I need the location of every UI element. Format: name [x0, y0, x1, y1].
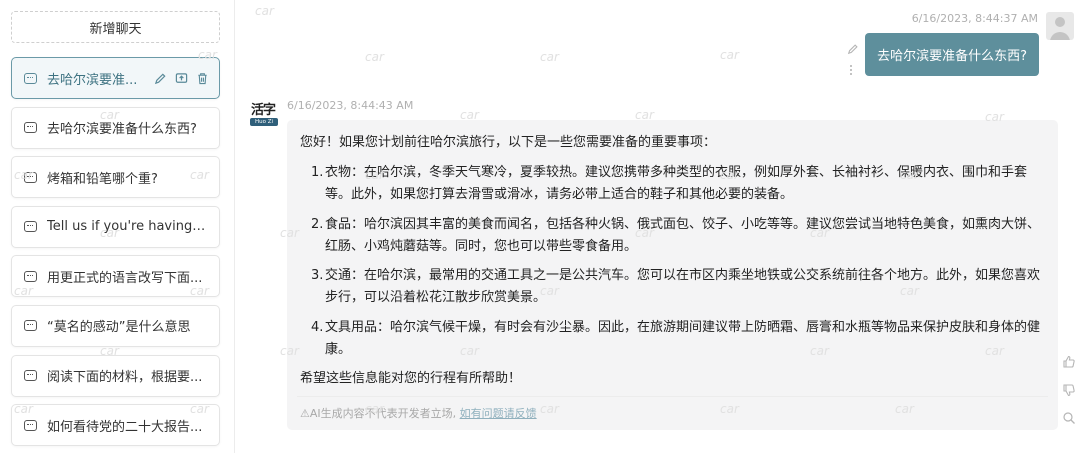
- list-item-text: 交通：在哈尔滨，最常用的交通工具之一是公共汽车。您可以在市区内乘坐地铁或公交系统…: [325, 268, 1041, 305]
- bot-closing-text: 希望这些信息能对您的行程有所帮助！: [300, 371, 522, 386]
- conversation-item[interactable]: Tell us if you're having a ...: [11, 205, 220, 248]
- conversation-list: 去哈尔滨要准... 去哈尔滨要准备什么东西? 烤箱和铅笔哪个重? Tell us…: [11, 57, 220, 453]
- divider: [297, 396, 1048, 397]
- list-item: 4. 文具用品：哈尔滨气候干燥，有时会有沙尘暴。因此，在旅游期间建议带上防晒霜、…: [311, 317, 1044, 361]
- conversation-title: 去哈尔滨要准...: [47, 72, 138, 88]
- bot-item-list: 1. 衣物：在哈尔滨，冬季天气寒冷，夏季较热。建议您携带多种类型的衣服，例如厚外…: [311, 162, 1044, 361]
- list-item-number: 3.: [311, 268, 324, 283]
- user-avatar-head: [1055, 17, 1065, 27]
- more-options-icon[interactable]: [849, 64, 853, 76]
- conversation-title: 烤箱和铅笔哪个重?: [47, 171, 158, 187]
- share-icon[interactable]: [175, 72, 188, 85]
- conversation-item[interactable]: 烤箱和铅笔哪个重?: [11, 156, 220, 199]
- bot-intro-text: 您好！如果您计划前往哈尔滨旅行，以下是一些您需要准备的重要事项：: [300, 135, 717, 150]
- search-icon[interactable]: [1062, 411, 1076, 429]
- list-item: 1. 衣物：在哈尔滨，冬季天气寒冷，夏季较热。建议您携带多种类型的衣服，例如厚外…: [311, 162, 1044, 206]
- chat-area: 6/16/2023, 8:44:37 AM 去哈尔滨要准备什么东西? 活字 Hu…: [236, 0, 1080, 453]
- bot-message-bubble: 您好！如果您计划前往哈尔滨旅行，以下是一些您需要准备的重要事项： 1. 衣物：在…: [287, 120, 1058, 430]
- chat-bubble-icon: [24, 320, 37, 332]
- list-item: 2. 食品：哈尔滨因其丰富的美食而闻名，包括各种火锅、俄式面包、饺子、小吃等等。…: [311, 214, 1044, 258]
- conversation-item[interactable]: 如何看待党的二十大报告...: [11, 404, 220, 447]
- conversation-title: 如何看待党的二十大报告...: [47, 419, 203, 435]
- chat-bubble-icon: [24, 370, 37, 382]
- sidebar: 新增聊天 去哈尔滨要准... 去哈尔滨要准备什么东西? 烤箱和铅笔哪个重? Te…: [0, 0, 235, 453]
- thumbs-up-icon[interactable]: [1062, 355, 1076, 373]
- list-item-text: 食品：哈尔滨因其丰富的美食而闻名，包括各种火锅、俄式面包、饺子、小吃等等。建议您…: [325, 216, 1041, 254]
- list-item-text: 衣物：在哈尔滨，冬季天气寒冷，夏季较热。建议您携带多种类型的衣服，例如厚外套、长…: [325, 165, 1028, 202]
- user-avatar: [1046, 12, 1074, 40]
- chat-bubble-icon: [24, 171, 37, 183]
- conversation-title: 去哈尔滨要准备什么东西?: [47, 122, 197, 138]
- list-item: 3. 交通：在哈尔滨，最常用的交通工具之一是公共汽车。您可以在市区内乘坐地铁或公…: [311, 265, 1044, 309]
- feedback-link[interactable]: 如有问题请反馈: [460, 407, 537, 420]
- message-tools: [1062, 355, 1076, 429]
- chat-bubble-icon: [24, 122, 37, 134]
- list-item-number: 2.: [311, 216, 324, 232]
- bot-logo-tag: Huo Zi: [250, 118, 278, 126]
- conversation-actions: [154, 72, 209, 85]
- edit-message-icon[interactable]: [847, 43, 859, 59]
- chat-bubble-icon: [24, 270, 37, 282]
- thumbs-down-icon[interactable]: [1062, 383, 1076, 401]
- user-message-bubble: 去哈尔滨要准备什么东西?: [865, 33, 1039, 76]
- chat-bubble-icon: [24, 221, 37, 233]
- bot-logo-text: 活字: [251, 103, 276, 118]
- conversation-item[interactable]: 去哈尔滨要准...: [11, 57, 220, 99]
- conversation-item[interactable]: 阅读下面的材料，根据要...: [11, 354, 220, 397]
- user-avatar-body: [1050, 32, 1070, 40]
- list-item-text: 文具用品：哈尔滨气候干燥，有时会有沙尘暴。因此，在旅游期间建议带上防晒霜、唇膏和…: [325, 319, 1041, 357]
- conversation-item[interactable]: “莫名的感动”是什么意思: [11, 304, 220, 347]
- conversation-item[interactable]: 用更正式的语言改写下面...: [11, 255, 220, 298]
- conversation-title: “莫名的感动”是什么意思: [47, 320, 191, 336]
- list-item-number: 1.: [311, 165, 324, 180]
- edit-icon[interactable]: [154, 72, 167, 85]
- bot-message-timestamp: 6/16/2023, 8:44:43 AM: [287, 99, 414, 112]
- list-item-number: 4.: [311, 319, 324, 335]
- bot-logo: 活字 Huo Zi: [249, 99, 281, 127]
- chat-bubble-icon: [24, 419, 37, 431]
- conversation-title: Tell us if you're having a ...: [47, 219, 209, 235]
- new-chat-button[interactable]: 新增聊天: [11, 11, 220, 43]
- conversation-item[interactable]: 去哈尔滨要准备什么东西?: [11, 106, 220, 149]
- conversation-title: 用更正式的语言改写下面...: [47, 270, 203, 286]
- conversation-title: 阅读下面的材料，根据要...: [47, 370, 203, 386]
- chat-bubble-icon: [24, 72, 37, 84]
- disclaimer-text: ⚠AI生成内容不代表开发者立场,: [300, 407, 457, 420]
- delete-icon[interactable]: [196, 72, 209, 85]
- disclaimer: ⚠AI生成内容不代表开发者立场, 如有问题请反馈: [300, 403, 537, 425]
- user-message-timestamp: 6/16/2023, 8:44:37 AM: [911, 12, 1038, 25]
